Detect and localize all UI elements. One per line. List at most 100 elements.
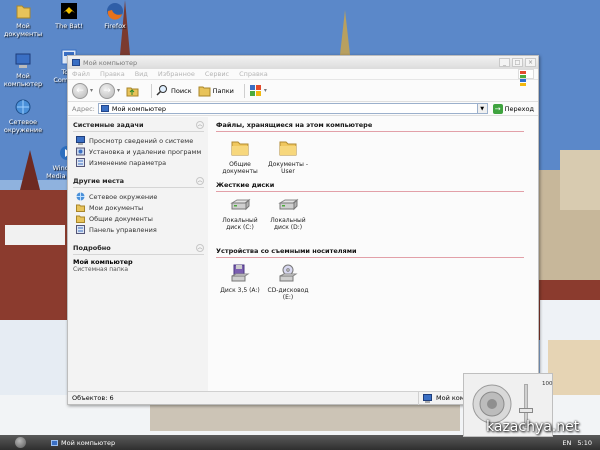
hard-drives-group-items: Локальный диск (C:) Локальный диск (D:)	[216, 192, 538, 242]
task-view-system-info[interactable]: Просмотр сведений о системе	[73, 135, 204, 146]
close-button[interactable]: ×	[525, 58, 536, 67]
system-tasks-header[interactable]: Системные задачи ︿	[73, 121, 204, 132]
up-folder-button[interactable]	[126, 84, 141, 97]
computer-icon	[72, 59, 80, 66]
search-icon	[156, 85, 168, 96]
menu-edit[interactable]: Правка	[100, 70, 125, 78]
search-button[interactable]: Поиск	[156, 84, 192, 97]
network-icon	[14, 98, 32, 116]
item-shared-documents[interactable]: Общие документы	[216, 138, 264, 176]
windows-logo-icon	[518, 69, 534, 86]
language-indicator[interactable]: EN	[562, 439, 571, 447]
views-dropdown-icon: ▾	[263, 87, 267, 94]
menu-file[interactable]: Файл	[72, 70, 90, 78]
system-tray: EN 5:10	[556, 439, 600, 447]
control-panel-icon	[76, 158, 85, 167]
desktop-icon-the-bat[interactable]: The Bat!	[46, 2, 92, 30]
address-dropdown-button[interactable]: ▼	[477, 103, 488, 114]
cd-drive-icon	[279, 264, 298, 282]
maximize-button[interactable]: □	[512, 58, 523, 67]
back-button[interactable]: ←	[72, 82, 88, 99]
folders-button[interactable]: Папки	[198, 84, 234, 97]
window-title: Мой компьютер	[83, 58, 138, 67]
desktop-icon-firefox[interactable]: Firefox	[92, 2, 138, 30]
item-local-disk-c[interactable]: Локальный диск (C:)	[216, 198, 264, 242]
folder-icon	[231, 141, 249, 156]
item-user-documents[interactable]: Документы - User	[264, 138, 312, 176]
details-header[interactable]: Подробно ︿	[73, 244, 204, 255]
hard-drive-icon	[230, 198, 251, 211]
item-cd-drive-e[interactable]: CD-дисковод (E:)	[264, 264, 312, 302]
computer-icon	[51, 439, 58, 446]
collapse-chevron-icon[interactable]: ︿	[196, 244, 204, 252]
place-control-panel[interactable]: Панель управления	[73, 224, 204, 235]
address-field[interactable]: Мой компьютер	[97, 103, 478, 114]
menu-favorites[interactable]: Избранное	[158, 70, 195, 78]
address-label: Адрес:	[72, 104, 95, 113]
go-arrow-icon: →	[492, 103, 503, 114]
folder-documents-icon	[14, 2, 32, 20]
status-object-count: Объектов: 6	[72, 394, 114, 402]
explorer-window: Мой компьютер _ □ × Файл Правка Вид Избр…	[67, 55, 539, 405]
taskbar: Мой компьютер EN 5:10	[0, 435, 600, 450]
desktop-icon-network[interactable]: Сетевое окружение	[0, 98, 46, 134]
forward-arrow-icon: →	[103, 85, 111, 96]
back-arrow-icon: ←	[76, 85, 84, 96]
details-body: Мой компьютер Системная папка	[73, 258, 204, 273]
folder-icon	[279, 141, 297, 156]
place-my-documents[interactable]: Мои документы	[73, 202, 204, 213]
taskbar-item-my-computer[interactable]: Мой компьютер	[51, 439, 115, 447]
menu-tools[interactable]: Сервис	[205, 70, 229, 78]
desktop-icon-my-computer[interactable]: Мой компьютер	[0, 52, 46, 88]
folder-icon	[76, 204, 85, 212]
computer-icon	[100, 105, 109, 112]
title-bar[interactable]: Мой компьютер _ □ ×	[68, 56, 538, 69]
place-network[interactable]: Сетевое окружение	[73, 191, 204, 202]
details-name: Мой компьютер	[73, 258, 133, 266]
folders-icon	[198, 86, 211, 97]
firefox-icon	[106, 2, 124, 20]
removable-group-items: Диск 3,5 (A:) CD-дисковод (E:)	[216, 258, 538, 302]
collapse-chevron-icon[interactable]: ︿	[196, 177, 204, 185]
items-pane: Файлы, хранящиеся на этом компьютере Общ…	[208, 117, 538, 391]
item-floppy-a[interactable]: Диск 3,5 (A:)	[216, 264, 264, 302]
toolbar: ← ▾ → ▾ Поиск Папки ▾	[68, 80, 538, 102]
forward-dropdown-icon[interactable]: ▾	[117, 87, 120, 94]
menu-help[interactable]: Справка	[239, 70, 268, 78]
group-header-files: Файлы, хранящиеся на этом компьютере	[216, 121, 524, 132]
computer-icon	[14, 52, 32, 70]
back-dropdown-icon[interactable]: ▾	[90, 87, 93, 94]
window-content: Системные задачи ︿ Просмотр сведений о с…	[68, 117, 538, 391]
collapse-chevron-icon[interactable]: ︿	[196, 121, 204, 129]
minimize-button[interactable]: _	[499, 58, 510, 67]
network-icon	[76, 192, 85, 201]
menu-view[interactable]: Вид	[135, 70, 148, 78]
floppy-drive-icon	[231, 264, 250, 282]
computer-icon	[423, 393, 432, 403]
views-button[interactable]: ▾	[249, 84, 273, 97]
clock[interactable]: 5:10	[577, 439, 592, 447]
volume-max-label: 100	[542, 381, 553, 387]
other-places-list: Сетевое окружение Мои документы Общие до…	[73, 191, 204, 235]
other-places-header[interactable]: Другие места ︿	[73, 177, 204, 188]
task-add-remove-programs[interactable]: Установка и удаление программ	[73, 146, 204, 157]
up-folder-icon	[126, 87, 139, 97]
system-tasks-list: Просмотр сведений о системе Установка и …	[73, 135, 204, 168]
menu-bar: Файл Правка Вид Избранное Сервис Справка	[68, 69, 538, 86]
task-change-settings[interactable]: Изменение параметра	[73, 157, 204, 168]
views-icon	[249, 85, 261, 96]
item-local-disk-d[interactable]: Локальный диск (D:)	[264, 198, 312, 242]
details-type: Системная папка	[73, 266, 129, 273]
files-group-items: Общие документы Документы - User	[216, 132, 538, 176]
address-bar: Адрес: Мой компьютер ▼ → Переход	[68, 102, 538, 116]
place-shared-documents[interactable]: Общие документы	[73, 213, 204, 224]
hard-drive-icon	[278, 198, 299, 211]
volume-slider-thumb[interactable]	[519, 408, 533, 413]
desktop-icon-my-documents[interactable]: Мой документы	[0, 2, 46, 38]
watermark-text: kazachya.net	[486, 419, 580, 435]
forward-button[interactable]: →	[99, 82, 116, 99]
group-header-removable: Устройства со съемными носителями	[216, 247, 524, 258]
go-button[interactable]: → Переход	[492, 103, 534, 114]
start-button[interactable]	[15, 437, 26, 448]
system-info-icon	[76, 136, 85, 145]
